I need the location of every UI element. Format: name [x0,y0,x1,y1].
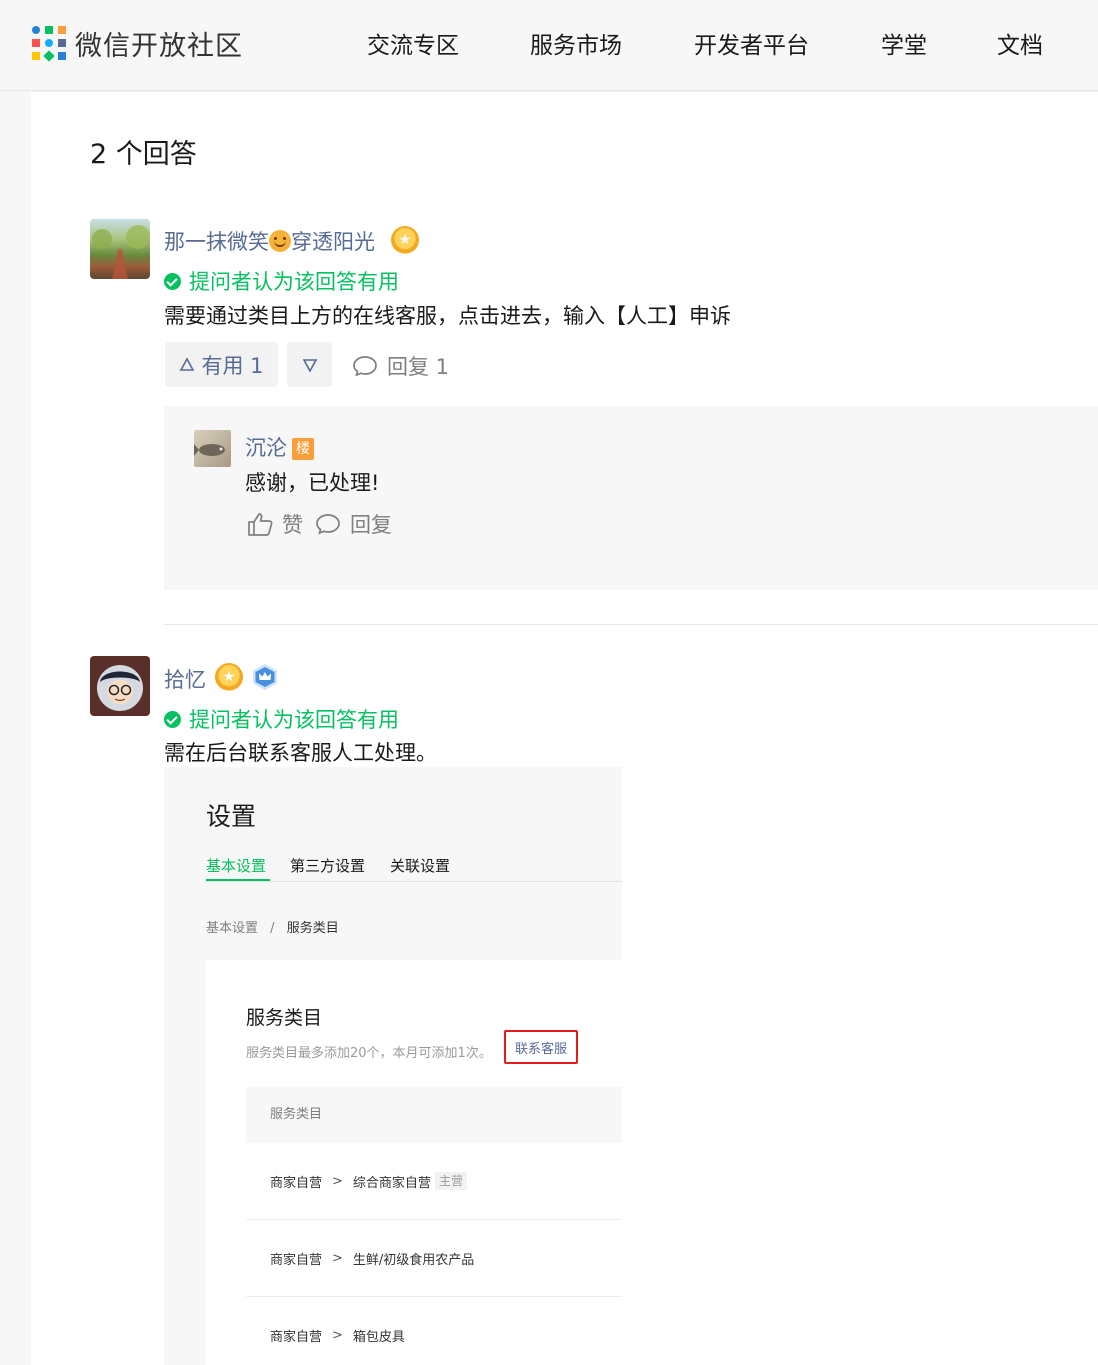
screenshot-active-tab-indicator [206,879,270,881]
table-row: 商家自营 > 综合商家自营 主营 [246,1143,622,1220]
reply-author-name: 沉沦 [245,436,287,460]
answer-author[interactable]: 那一抹微笑 穿透阳光 [164,226,375,256]
crown-shield-badge-icon [253,664,277,690]
row-child: 生鲜/初级食用农产品 [352,1252,475,1268]
row-parent: 商家自营 [270,1252,323,1268]
row-separator: > [332,1250,343,1266]
table-row: 商家自营 > 箱包皮具 [246,1297,622,1365]
screenshot-settings-title: 设置 [206,802,257,831]
downvote-button[interactable] [287,342,332,387]
screenshot-tab-third-party: 第三方设置 [290,857,366,875]
nav-docs[interactable]: 文档 [997,26,1043,60]
check-circle-icon [164,710,181,728]
screenshot-breadcrumb: 基本设置 / 服务类目 [206,917,339,936]
helpful-text: 提问者认为该回答有用 [189,270,399,294]
like-button[interactable]: 赞 [247,509,303,539]
triangle-down-icon [302,358,317,373]
screenshot-card-title: 服务类目 [246,1007,323,1029]
nav-service-market[interactable]: 服务市场 [530,26,622,60]
screenshot-table-header: 服务类目 [246,1087,622,1143]
star-badge-icon: ★ [215,663,243,691]
avatar-landscape-icon [92,225,150,279]
triangle-up-icon [180,356,195,371]
answers-count-title: 2 个回答 [90,139,197,170]
nav-exchange[interactable]: 交流专区 [367,26,459,60]
comment-bubble-icon [316,514,340,535]
star-badge-icon: ★ [391,226,419,254]
breadcrumb-parent: 基本设置 [206,921,259,936]
top-header: 微信开放社区 交流专区 服务市场 开发者平台 学堂 文档 [0,0,1098,91]
comment-bubble-icon [353,356,377,377]
row-child: 综合商家自营 [352,1175,431,1191]
breadcrumb-current: 服务类目 [286,921,339,936]
answer-author[interactable]: 拾忆 [164,664,206,694]
avatar[interactable] [90,656,150,716]
reply-button[interactable]: 回复 1 [352,351,449,381]
floor-owner-badge: 楼 [292,438,314,460]
reply-label: 回复 [350,513,392,537]
brand-name: 微信开放社区 [75,31,243,62]
reply-author[interactable]: 沉沦楼 [245,432,314,462]
breadcrumb-separator: / [270,921,275,936]
helpful-text: 提问者认为该回答有用 [189,708,399,732]
avatar-cartoon-icon [97,665,143,711]
avatar-fish-icon [194,444,225,456]
helpful-indicator: 提问者认为该回答有用 [164,704,399,734]
screenshot-tab-basic: 基本设置 [206,857,267,875]
helpful-indicator: 提问者认为该回答有用 [164,266,399,296]
nav-academy[interactable]: 学堂 [881,26,927,60]
attached-screenshot[interactable]: 设置 基本设置 第三方设置 关联设置 基本设置 / 服务类目 服务类目 服务类目… [164,767,622,1365]
thumbs-up-icon [248,513,273,536]
answer-content: 需要通过类目上方的在线客服，点击进去，输入【人工】申诉 [164,304,731,328]
row-separator: > [332,1173,343,1189]
reply-to-reply-button[interactable]: 回复 [315,509,392,539]
screenshot-tab-linked: 关联设置 [390,857,451,875]
screenshot-category-card: 服务类目 服务类目最多添加20个，本月可添加1次。 联系客服 服务类目 商家自营… [206,960,622,1365]
screenshot-tab-divider [206,881,622,882]
check-circle-icon [164,272,181,290]
table-row: 商家自营 > 生鲜/初级食用农产品 [246,1220,622,1297]
answer-content: 需在后台联系客服人工处理。 [164,741,437,765]
author-name-part: 那一抹微笑 [164,230,269,254]
row-separator: > [332,1328,343,1343]
upvote-button[interactable]: 有用 1 [165,342,278,387]
row-main-tag: 主营 [434,1172,467,1190]
screenshot-contact-link-highlighted: 联系客服 [504,1030,578,1064]
reply-content: 感谢，已处理! [245,471,380,495]
nav-developer-platform[interactable]: 开发者平台 [694,26,809,60]
smile-emoji-icon [269,230,291,252]
site-logo[interactable]: 微信开放社区 [32,24,243,63]
row-parent: 商家自营 [270,1175,323,1191]
author-name-part: 穿透阳光 [291,230,375,254]
row-parent: 商家自营 [270,1330,323,1345]
screenshot-note: 服务类目最多添加20个，本月可添加1次。 [246,1046,492,1061]
upvote-label: 有用 1 [201,353,264,378]
like-label: 赞 [282,513,303,537]
reply-label: 回复 1 [387,355,450,379]
avatar[interactable] [194,430,231,467]
answer-divider [164,624,1098,625]
reply-thread: 沉沦楼 感谢，已处理! 赞 回复 [164,406,1098,590]
row-child: 箱包皮具 [352,1330,405,1345]
avatar[interactable] [90,219,150,279]
logo-icon [32,26,67,62]
